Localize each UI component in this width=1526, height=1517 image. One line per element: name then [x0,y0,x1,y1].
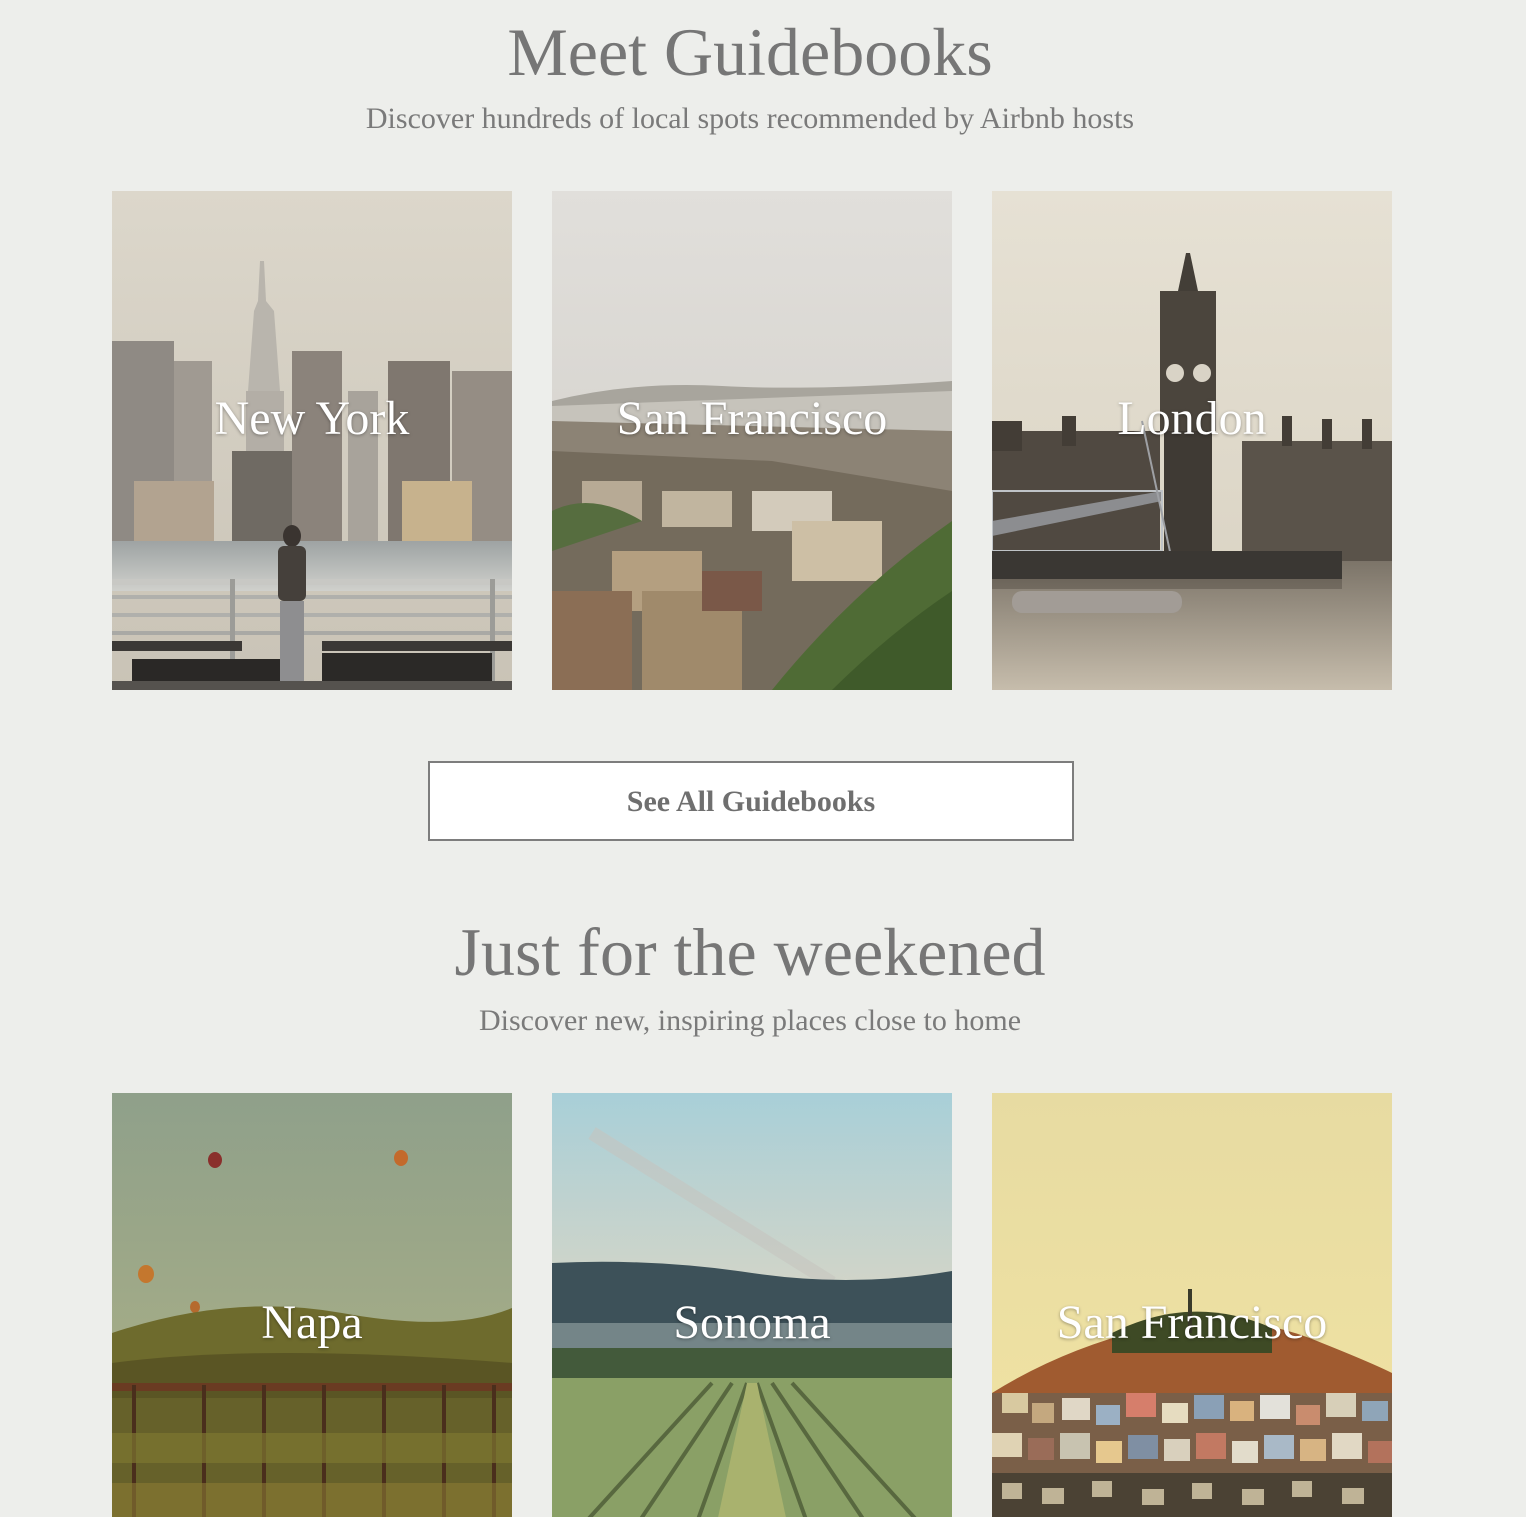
see-all-guidebooks-button[interactable]: See All Guidebooks [428,761,1074,841]
guidebook-card-london[interactable]: London [992,191,1392,690]
weekend-card-napa[interactable]: Napa [112,1093,512,1517]
guidebooks-subtitle: Discover hundreds of local spots recomme… [365,102,1135,135]
card-label-san-francisco-weekend: San Francisco [1056,1296,1328,1349]
guidebook-card-new-york[interactable]: New York [112,191,512,690]
card-label-sonoma: Sonoma [673,1296,831,1349]
card-label-napa: Napa [261,1296,363,1349]
card-label-san-francisco: San Francisco [616,392,888,445]
weekend-card-sonoma[interactable]: Sonoma [552,1093,952,1517]
weekend-card-san-francisco[interactable]: San Francisco [992,1093,1392,1517]
card-label-london: London [1117,392,1267,445]
card-label-new-york: New York [214,392,410,445]
weekend-title: Just for the weekened [454,914,1046,990]
weekend-subtitle: Discover new, inspiring places close to … [478,1004,1022,1037]
guidebook-card-san-francisco[interactable]: San Francisco [552,191,952,690]
guidebooks-title: Meet Guidebooks [507,14,993,90]
page: Meet Guidebooks Discover hundreds of loc… [0,0,1526,1517]
